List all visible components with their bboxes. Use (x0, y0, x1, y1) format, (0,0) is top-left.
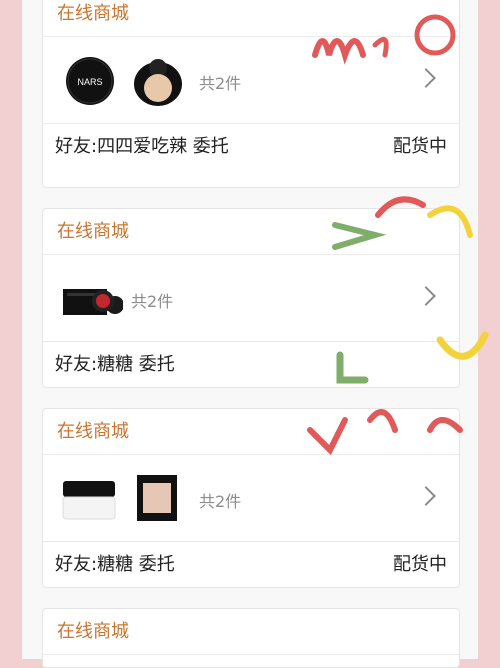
chevron-right-icon[interactable] (416, 486, 436, 506)
chevron-right-icon[interactable] (416, 286, 436, 306)
friend-entrust: 好友:糖糖 委托 (55, 354, 175, 375)
friend-entrust: 好友:糖糖 委托 (55, 554, 175, 575)
order-products-row[interactable]: NARS 共2件 (43, 37, 459, 124)
friend-entrust: 好友:四四爱吃辣 委托 (55, 136, 229, 157)
highlighter-palette-icon (137, 475, 177, 521)
order-footer: 好友:糖糖 委托 配货中 (43, 542, 459, 587)
item-count: 共2件 (199, 74, 242, 93)
red-cushion-compact-icon (92, 290, 114, 312)
shop-name: 在线商城 (43, 209, 459, 255)
order-products-row[interactable]: 共2件 (43, 255, 459, 342)
nars-compact-icon: NARS (66, 57, 114, 105)
loose-powder-jar-icon (62, 481, 116, 520)
shop-name: 在线商城 (43, 409, 459, 455)
status-badge: 配货中 (393, 554, 447, 575)
order-card[interactable]: 在线商城 共2件 好友:糖糖 委托 配货中 (42, 408, 460, 588)
svg-text:NARS: NARS (77, 77, 102, 87)
item-count: 共2件 (131, 292, 174, 311)
order-card[interactable]: 在线商城 NARS 共2件 好友:四四爱吃辣 委托 配货中 (42, 0, 460, 188)
item-count: 共2件 (199, 492, 242, 511)
chevron-right-icon[interactable] (416, 68, 436, 88)
order-footer: 好友:四四爱吃辣 委托 配货中 (43, 124, 459, 169)
order-products-row[interactable]: 共2件 (43, 455, 459, 542)
shop-name: 在线商城 (43, 609, 459, 655)
cushion-foundation-icon (134, 59, 182, 106)
status-badge: 配货中 (393, 136, 447, 157)
shop-name: 在线商城 (43, 0, 459, 37)
order-footer: 好友:糖糖 委托 (43, 342, 459, 387)
order-card[interactable]: 在线商城 共2件 好友:糖糖 委托 (42, 208, 460, 388)
order-card[interactable]: 在线商城 (42, 608, 460, 668)
